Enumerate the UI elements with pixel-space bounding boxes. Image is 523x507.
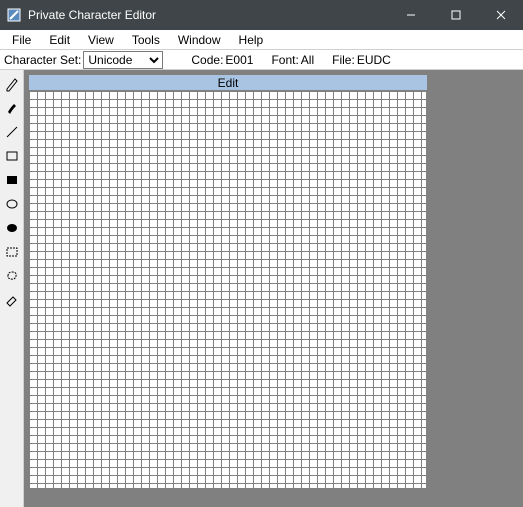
menu-tools[interactable]: Tools — [124, 32, 168, 48]
canvas-area: Edit — [24, 70, 432, 507]
eraser-icon[interactable] — [1, 289, 23, 311]
font-value: All — [301, 53, 314, 67]
app-window: Private Character Editor File Edit View … — [0, 0, 523, 507]
minimize-button[interactable] — [388, 0, 433, 30]
menu-view[interactable]: View — [80, 32, 122, 48]
rect-select-icon[interactable] — [1, 241, 23, 263]
line-icon[interactable] — [1, 121, 23, 143]
charset-label: Character Set: — [4, 53, 81, 67]
code-label: Code: — [191, 53, 223, 67]
workspace: Edit — [0, 70, 523, 507]
menubar: File Edit View Tools Window Help — [0, 30, 523, 50]
edit-grid[interactable] — [29, 91, 427, 489]
app-icon — [6, 7, 22, 23]
ellipse-outline-icon[interactable] — [1, 193, 23, 215]
charset-select[interactable]: Unicode — [83, 51, 163, 69]
window-controls — [388, 0, 523, 30]
file-label: File: — [332, 53, 355, 67]
ellipse-filled-icon[interactable] — [1, 217, 23, 239]
canvas-title: Edit — [29, 75, 427, 91]
font-label: Font: — [271, 53, 298, 67]
menu-edit[interactable]: Edit — [41, 32, 78, 48]
tool-palette — [0, 70, 24, 507]
free-select-icon[interactable] — [1, 265, 23, 287]
maximize-button[interactable] — [433, 0, 478, 30]
menu-file[interactable]: File — [4, 32, 39, 48]
menu-help[interactable]: Help — [231, 32, 272, 48]
infobar: Character Set: Unicode Code: E001 Font: … — [0, 50, 523, 70]
file-value: EUDC — [357, 53, 391, 67]
menu-window[interactable]: Window — [170, 32, 229, 48]
window-title: Private Character Editor — [28, 8, 156, 22]
pencil-icon[interactable] — [1, 73, 23, 95]
titlebar: Private Character Editor — [0, 0, 523, 30]
canvas-frame: Edit — [28, 74, 428, 490]
code-value: E001 — [225, 53, 253, 67]
rect-outline-icon[interactable] — [1, 145, 23, 167]
brush-icon[interactable] — [1, 97, 23, 119]
rect-filled-icon[interactable] — [1, 169, 23, 191]
close-button[interactable] — [478, 0, 523, 30]
